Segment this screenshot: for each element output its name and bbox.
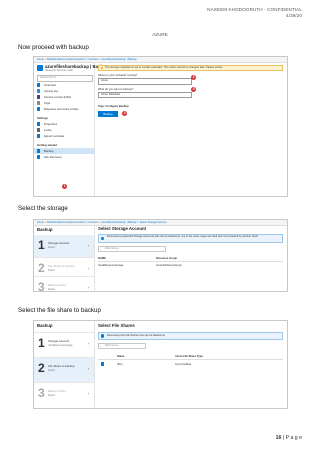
- file-share-type: Sync Enabled: [175, 362, 192, 366]
- file-share-name: dfsrc: [117, 362, 123, 366]
- column-name: NAME: [98, 257, 106, 261]
- backup-panel-title: Backup: [34, 321, 94, 333]
- select-file-shares-panel: Select File Shares Discovering the File …: [98, 323, 283, 405]
- blade-subtitle: Recovery Services vault: [45, 69, 73, 72]
- step-badge-1: 1: [62, 184, 68, 190]
- section-heading-proceed: Now proceed with backup: [18, 44, 89, 51]
- column-resource-group: Resource Group: [156, 257, 178, 261]
- screenshot-backup-blade: Home > FileShareRecoveryServicesVault > …: [33, 56, 288, 197]
- search-icon: ⌕: [100, 248, 102, 251]
- menu-item-export-template[interactable]: Export template: [34, 133, 94, 139]
- activity-log-icon: [37, 89, 41, 93]
- chevron-right-icon: ›: [87, 266, 90, 271]
- menu-search-input[interactable]: Search (Ctrl+/): [37, 75, 93, 82]
- footer-separator: |: [282, 435, 285, 441]
- step-badge-4: 4: [122, 111, 128, 117]
- workload-dropdown[interactable]: Azure: [98, 78, 192, 85]
- info-icon: [101, 334, 105, 338]
- resource-menu: azurefilesharebackup | Backup Recovery S…: [34, 62, 108, 196]
- search-icon: ⌕: [100, 345, 102, 348]
- header-title: AZURE: [152, 32, 168, 37]
- step-file-share[interactable]: 2 File Share to backup Select ›: [34, 258, 94, 277]
- step-backup-policy[interactable]: 3 Backup Policy Select ›: [34, 383, 94, 407]
- wrench-icon: [37, 107, 41, 111]
- menu-item-site-recovery[interactable]: Site Recovery: [34, 154, 94, 160]
- chevron-right-icon: ›: [87, 341, 90, 346]
- access-control-icon: [37, 95, 41, 99]
- discovery-info-bar: Discovering supported Storage Accounts t…: [98, 234, 283, 243]
- backup-steps-panel: Backup 1 Storage Account Select › 2 File Sh…: [34, 225, 95, 291]
- backup-icon: [37, 149, 41, 153]
- backup-type-dropdown[interactable]: Azure FileShare: [98, 91, 192, 99]
- screenshot-select-storage: Home > FileShareRecoveryServicesVault > …: [33, 219, 288, 292]
- section-heading-storage: Select the storage: [18, 205, 68, 212]
- vault-icon: [37, 65, 43, 71]
- discovery-info-bar: Discovering the File Shares that can be …: [98, 332, 283, 340]
- chevron-right-icon: ›: [87, 243, 90, 248]
- page-number: 16: [275, 435, 282, 441]
- export-icon: [37, 134, 41, 138]
- configure-backup-heading: Step: Configure Backup: [98, 105, 129, 109]
- select-storage-panel: Select Storage Account Discovering suppo…: [98, 226, 283, 290]
- file-share-checkbox[interactable]: [101, 362, 105, 366]
- footer-page-label: P a g e: [285, 435, 302, 441]
- step-badge-2: 2: [191, 75, 197, 81]
- screenshot-select-file-share: Backup 1 Storage Account cloudfileserverst…: [33, 320, 288, 409]
- lock-icon: [37, 128, 41, 132]
- step-badge-3: 3: [191, 87, 197, 93]
- storage-info-bar: The storage replication is set to Locall…: [98, 65, 283, 71]
- chevron-right-icon: ›: [87, 285, 90, 290]
- header-date: 4/29/20: [285, 13, 302, 18]
- storage-resource-group: AzureFileServerGroup: [156, 263, 182, 267]
- backup-steps-panel: Backup 1 Storage Account cloudfileserverst…: [34, 321, 95, 408]
- info-icon: [101, 236, 105, 241]
- chevron-right-icon: ›: [87, 366, 90, 371]
- tag-icon: [37, 101, 41, 105]
- column-share-type: Azure File Share Type: [175, 355, 203, 359]
- storage-account-name: cloudfileserverstorage: [98, 263, 124, 267]
- filter-input[interactable]: ⌕ Filter items...: [98, 343, 146, 350]
- backup-button[interactable]: Backup: [98, 111, 118, 118]
- menu-item-diagnose[interactable]: Diagnose and solve proble...: [34, 106, 94, 112]
- document-header: NASEEM KHODOORUTH - CONFIDENTIAL 4/29/20: [207, 7, 302, 19]
- column-name: Name: [117, 355, 125, 359]
- step-file-share[interactable]: 2 File Share to backup Select ›: [34, 358, 94, 383]
- page-footer: 16 | P a g e: [276, 435, 302, 441]
- filter-input[interactable]: ⌕ Filter items...: [98, 246, 166, 253]
- backup-panel-title: Backup: [37, 227, 53, 232]
- select-file-shares-title: Select File Shares: [98, 323, 135, 328]
- table-row[interactable]: dfsrc Sync Enabled: [98, 360, 283, 366]
- backup-content: The storage replication is set to Locall…: [98, 65, 283, 193]
- step-backup-policy[interactable]: 3 Backup Policy Select ›: [34, 277, 94, 291]
- properties-icon: [37, 122, 41, 126]
- warning-icon: [100, 66, 104, 70]
- overview-icon: [37, 83, 41, 87]
- site-recovery-icon: [37, 155, 41, 159]
- section-heading-file-share: Select the file share to backup: [18, 307, 101, 314]
- table-row[interactable]: cloudfileserverstorage AzureFileServerGr…: [98, 262, 283, 267]
- step-storage-account[interactable]: 1 Storage Account cloudfileserverstorage ›: [34, 333, 94, 358]
- select-storage-title: Select Storage Account: [98, 226, 147, 231]
- chevron-right-icon: ›: [87, 391, 90, 396]
- step-storage-account[interactable]: 1 Storage Account Select ›: [34, 235, 94, 258]
